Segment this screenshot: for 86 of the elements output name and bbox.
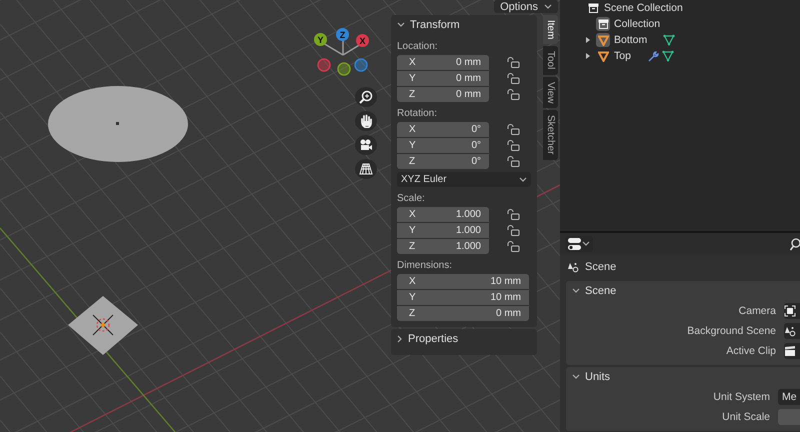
- pan-button[interactable]: [355, 111, 377, 131]
- clapperboard-icon: [784, 345, 796, 357]
- movie-camera-icon: [359, 138, 373, 152]
- magnifier-plus-icon: [359, 90, 373, 104]
- property-label: Unit System: [713, 391, 770, 403]
- rotation-mode-dropdown[interactable]: XYZ Euler: [397, 172, 531, 187]
- outliner-item[interactable]: Scene Collection: [604, 2, 683, 14]
- panel-header[interactable]: Scene: [566, 281, 800, 301]
- clip-field[interactable]: [784, 343, 800, 359]
- open-lock-icon[interactable]: [507, 241, 520, 252]
- outliner-item[interactable]: Top: [614, 50, 631, 62]
- panel-header[interactable]: Units: [566, 367, 800, 387]
- hand-icon: [359, 114, 373, 128]
- triangle-mesh-icon: [598, 34, 608, 46]
- zoom-button[interactable]: [355, 87, 377, 107]
- chevron-down-icon: [397, 22, 405, 28]
- section-label: Rotation:: [396, 107, 438, 121]
- scene-field[interactable]: [784, 323, 800, 339]
- expand-triangle-icon[interactable]: [585, 37, 591, 43]
- sidebar-tab[interactable]: Tool: [543, 46, 558, 75]
- search-icon[interactable]: [790, 238, 800, 250]
- panel-header[interactable]: Properties: [391, 329, 537, 349]
- number-field[interactable]: X 0°: [397, 122, 489, 137]
- chevron-down-icon: [572, 374, 580, 380]
- section-label: Scale:: [396, 192, 426, 206]
- perspective-grid-icon: [359, 162, 373, 176]
- section-label: Dimensions:: [396, 259, 454, 273]
- wrench-icon[interactable]: [646, 50, 659, 62]
- mesh-data-icon[interactable]: [662, 50, 674, 62]
- collection-box-icon: [598, 19, 608, 29]
- triangle-mesh-icon: [598, 50, 608, 62]
- object-origin-icon: [92, 314, 114, 336]
- plane-mesh: [68, 296, 138, 355]
- collection-box-icon: [588, 3, 598, 13]
- sidebar-tab[interactable]: View: [543, 76, 558, 108]
- number-field[interactable]: Y 0°: [397, 138, 489, 153]
- outliner-item[interactable]: Bottom: [614, 34, 648, 46]
- camera-view-button[interactable]: [355, 135, 377, 155]
- number-field[interactable]: [778, 409, 800, 425]
- sidebar-tab[interactable]: Sketcher: [543, 110, 558, 160]
- property-label: Unit Scale: [722, 411, 770, 423]
- open-lock-icon[interactable]: [507, 209, 520, 220]
- scene-icon: [784, 325, 796, 337]
- axis-ball[interactable]: Z: [336, 28, 349, 41]
- chevron-right-icon: [397, 335, 403, 343]
- camera-field[interactable]: [784, 303, 800, 319]
- open-lock-icon[interactable]: [507, 73, 520, 84]
- property-label: Background Scene: [687, 325, 776, 337]
- axis-ball[interactable]: X: [356, 34, 369, 47]
- number-field[interactable]: Y 10 mm: [397, 290, 529, 305]
- number-field[interactable]: Z 0 mm: [397, 306, 529, 321]
- property-label: Camera: [738, 305, 776, 317]
- chevron-down-icon: [572, 288, 580, 294]
- expand-triangle-icon[interactable]: [585, 53, 591, 59]
- open-lock-icon[interactable]: [507, 89, 520, 100]
- caret-icon: [544, 4, 552, 10]
- open-lock-icon[interactable]: [507, 124, 520, 135]
- open-lock-icon[interactable]: [507, 225, 520, 236]
- toggle-switches-icon: [568, 238, 581, 250]
- number-field[interactable]: Z 0°: [397, 154, 489, 169]
- number-field[interactable]: X 10 mm: [397, 274, 529, 289]
- camera-frame-icon: [784, 305, 796, 317]
- number-field[interactable]: Y 1.000: [397, 223, 489, 238]
- property-label: Active Clip: [726, 345, 776, 357]
- outliner-item[interactable]: Collection: [614, 18, 660, 30]
- sidebar-tab[interactable]: Item: [543, 15, 558, 44]
- options-dropdown[interactable]: Options: [494, 0, 558, 13]
- axis-ball[interactable]: Y: [314, 33, 327, 46]
- number-field[interactable]: X 0 mm: [397, 55, 489, 70]
- number-field[interactable]: Z 0 mm: [397, 87, 489, 102]
- breadcrumb-label: Scene: [585, 261, 616, 273]
- open-lock-icon[interactable]: [507, 57, 520, 68]
- number-field[interactable]: X 1.000: [397, 207, 489, 222]
- perspective-toggle-button[interactable]: [355, 159, 377, 179]
- number-field[interactable]: Z 1.000: [397, 239, 489, 254]
- editor-type-button[interactable]: [565, 236, 593, 252]
- mesh-data-icon[interactable]: [663, 34, 676, 46]
- caret-icon: [582, 241, 590, 247]
- number-field[interactable]: Y 0 mm: [397, 71, 489, 86]
- scene-icon: [567, 261, 579, 273]
- caret-icon: [519, 176, 527, 182]
- section-label: Location:: [396, 40, 439, 54]
- unit-system-dropdown[interactable]: Me: [778, 389, 800, 405]
- open-lock-icon[interactable]: [507, 156, 520, 167]
- open-lock-icon[interactable]: [507, 140, 520, 151]
- panel-header[interactable]: Transform: [391, 15, 537, 35]
